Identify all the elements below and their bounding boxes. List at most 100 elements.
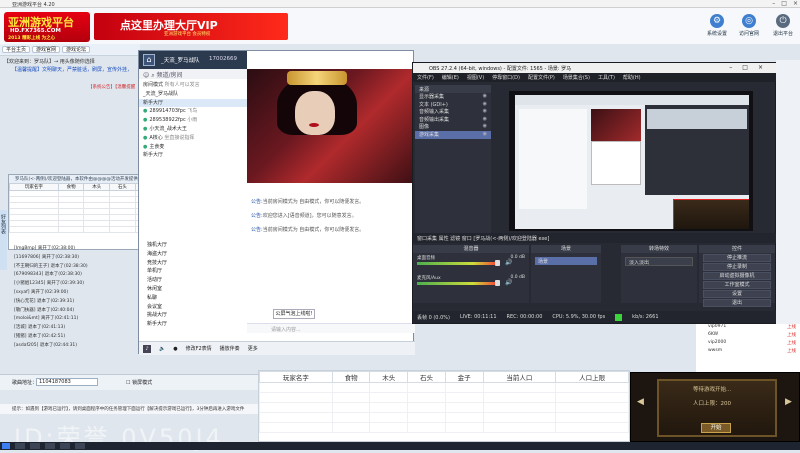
stop-stream-button[interactable]: 停止推流	[703, 254, 771, 262]
voice-icon[interactable]: ♪	[143, 344, 151, 353]
arrow-right-icon[interactable]: ▶	[785, 397, 792, 407]
list-item[interactable]: ● 小天流_战术大王	[139, 125, 247, 134]
scene-item[interactable]: 场景	[535, 257, 597, 265]
list-item[interactable]: 单机厅	[139, 267, 247, 276]
source-item[interactable]: 音频输出采集 ◉	[415, 116, 491, 124]
source-item[interactable]: 显示器采集 ◉	[415, 93, 491, 101]
list-item[interactable]: 6KW 上线	[696, 332, 800, 340]
list-item[interactable]: vip2000 上线	[696, 340, 800, 348]
people-icon[interactable]: ☺	[143, 72, 149, 79]
list-item[interactable]: 独机大厅	[139, 241, 247, 250]
menu-edit[interactable]: 编辑(E)	[442, 74, 459, 81]
list-item[interactable]: vip0971 上线	[696, 324, 800, 332]
list-item[interactable]: 新手大厅	[139, 320, 247, 329]
taskbar-app[interactable]	[60, 443, 70, 449]
stop-record-button[interactable]: 停止录制	[703, 263, 771, 271]
speaker-icon[interactable]: 🔊	[505, 259, 512, 266]
list-item[interactable]: 海盗大厅	[139, 250, 247, 259]
settings-button[interactable]: ⚙ 系统设置	[700, 14, 734, 42]
game-start-button[interactable]: 开始	[701, 423, 731, 433]
menu-tools[interactable]: 工具(T)	[598, 74, 615, 81]
exit-button[interactable]: ⏻ 退出平台	[766, 14, 800, 42]
maximize-icon[interactable]: □	[781, 0, 787, 7]
mixer-track: 桌面音频 0.0 dB 🔊	[417, 255, 525, 266]
col-wood[interactable]: 木头	[369, 371, 409, 383]
transition-select[interactable]: 淡入淡出	[625, 257, 693, 266]
settings-obs-button[interactable]: 设置	[703, 290, 771, 298]
source-item[interactable]: 游戏采集 ◉	[415, 130, 491, 139]
list-item[interactable]: ● 289538922fpc 小雨	[139, 116, 247, 125]
volume-slider[interactable]	[495, 260, 500, 266]
bottom-item-emotes[interactable]: 修改F2表情	[186, 345, 212, 352]
mic-icon[interactable]: ●	[173, 346, 177, 352]
source-item[interactable]: 图像 ◉	[415, 123, 491, 131]
chat-input[interactable]: 请输入内容...	[247, 323, 415, 333]
volume-slider[interactable]	[495, 280, 500, 286]
nav-forum[interactable]: 游戏论坛	[62, 46, 91, 53]
list-item[interactable]: 会议室	[139, 303, 247, 312]
list-item[interactable]: 新手大厅	[139, 151, 247, 160]
col-food[interactable]: 食物	[57, 183, 85, 191]
speaker-icon[interactable]: 🔊	[505, 279, 512, 286]
col-wood[interactable]: 木头	[83, 183, 111, 191]
taskbar-app[interactable]	[75, 443, 85, 449]
source-item[interactable]: 音频输入采集 ◉	[415, 108, 491, 116]
nav-official[interactable]: 游戏官网	[32, 46, 61, 53]
source-toolbar[interactable]: 窗口采集 属性 滤镜 窗口 [罗马战(<-两侧)/欢迎登陆器 exe]	[413, 233, 777, 243]
list-item[interactable]: _天流_罗马战队	[139, 90, 247, 99]
list-item[interactable]: ● 主食麦	[139, 143, 247, 152]
col-stone[interactable]: 石头	[109, 183, 136, 191]
list-item[interactable]: 私聊	[139, 294, 247, 303]
taskbar-app[interactable]	[30, 443, 40, 449]
close-icon[interactable]: ×	[793, 0, 798, 7]
bottom-item-more[interactable]: 更多	[248, 345, 258, 352]
lock-mode-checkbox[interactable]: ☐ 锁屏模式	[126, 379, 152, 386]
list-item[interactable]: 活动厅	[139, 276, 247, 285]
col-player[interactable]: 玩家名字	[259, 371, 333, 383]
search-icon[interactable]: ⌕	[151, 72, 154, 79]
list-item[interactable]: 休闲室	[139, 285, 247, 294]
list-item[interactable]: ● A核心 坐直接说指挥	[139, 134, 247, 143]
col-pop[interactable]: 当前人口	[482, 371, 557, 383]
visit-site-label: 访问官网	[738, 31, 759, 37]
list-item[interactable]: 竞技大厅	[139, 259, 247, 268]
taskbar-app[interactable]	[15, 443, 25, 449]
public-bubble-button[interactable]: 公屏气泡上线啦!	[273, 309, 315, 319]
menu-profile[interactable]: 配置文件(P)	[528, 74, 555, 81]
list-item[interactable]: ● 289914703fpc 飞鸟	[139, 107, 247, 116]
obs-window-controls[interactable]: –□×	[729, 64, 773, 71]
col-player[interactable]: 玩家名字	[9, 183, 59, 191]
menu-view[interactable]: 视图(V)	[467, 74, 484, 81]
studio-mode-button[interactable]: 工作室模式	[703, 281, 771, 289]
visit-site-button[interactable]: ◎ 访问官网	[732, 14, 766, 42]
minimize-icon[interactable]: –	[772, 0, 775, 7]
obs-preview[interactable]	[509, 91, 753, 231]
col-gold[interactable]: 金子	[444, 371, 484, 383]
col-pop-max[interactable]: 人口上限	[555, 371, 629, 383]
taskbar-app[interactable]	[45, 443, 55, 449]
list-item[interactable]: 房间模式 所有人可以发言	[139, 81, 247, 90]
col-stone[interactable]: 石头	[407, 371, 446, 383]
windows-start-icon[interactable]	[2, 443, 10, 449]
exit-obs-button[interactable]: 退出	[703, 299, 771, 307]
arrow-left-icon[interactable]: ◀	[637, 397, 644, 407]
home-icon[interactable]: ⌂	[143, 54, 155, 66]
list-item[interactable]: 挑战大厅	[139, 311, 247, 320]
menu-scene-collection[interactable]: 场景集合(S)	[563, 74, 590, 81]
vip-banner[interactable]: 点这里办理大厅VIP 亚洲游戏平台 会员特权	[94, 13, 288, 40]
online-user-list: vip0971 上线 6KW 上线 vip2000 上线 wwsm 上线	[696, 324, 800, 372]
menu-file[interactable]: 文件(F)	[417, 74, 434, 81]
platform-logo[interactable]: 亚洲游戏平台 HD.FX7365.COM 2013 精彩上线 为之心	[4, 12, 90, 42]
virtual-camera-button[interactable]: 启动虚拟摄像机	[703, 272, 771, 280]
speaker-icon[interactable]: 🔈	[159, 346, 165, 352]
friends-side-tab[interactable]: 好友列表	[0, 210, 7, 270]
list-item[interactable]: 新手大厅	[139, 98, 247, 108]
col-food[interactable]: 食物	[331, 371, 371, 383]
nav-home[interactable]: 平台主页	[2, 46, 31, 53]
bottom-item-accompaniment[interactable]: 播放伴奏	[220, 345, 240, 352]
menu-help[interactable]: 帮助(H)	[623, 74, 641, 81]
list-item[interactable]: wwsm 上线	[696, 348, 800, 356]
menu-docks[interactable]: 停靠窗口(D)	[492, 74, 520, 81]
song-address-input[interactable]: 1104187083	[36, 378, 98, 386]
source-item[interactable]: 文本 (GDI+) ◉	[415, 101, 491, 109]
